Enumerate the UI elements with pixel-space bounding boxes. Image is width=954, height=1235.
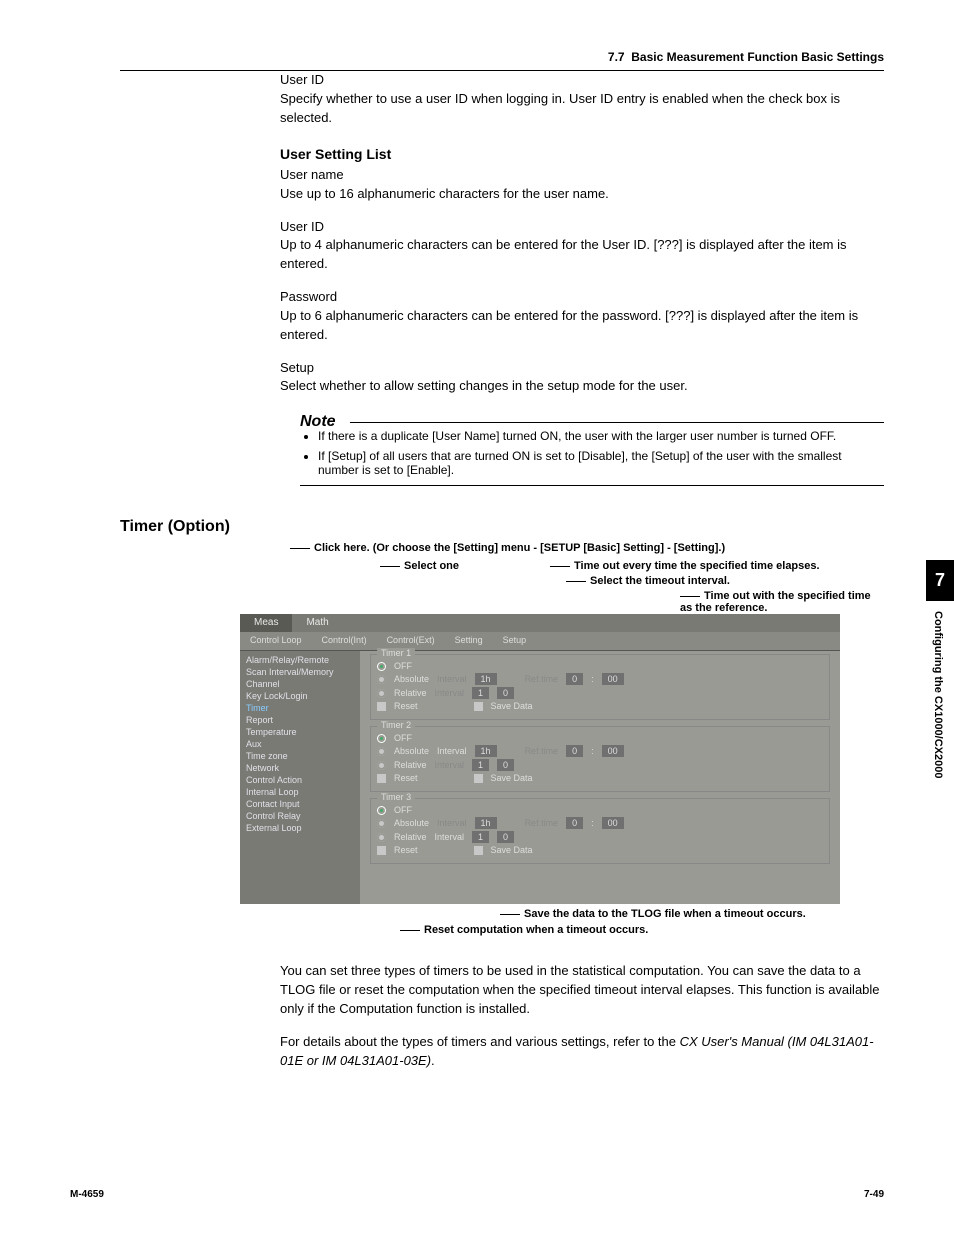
note-item-1: If there is a duplicate [User Name] turn…: [318, 429, 884, 443]
sb-scan[interactable]: Scan Interval/Memory: [240, 666, 360, 678]
top-callouts: Click here. (Or choose the [Setting] men…: [280, 542, 884, 614]
subtab-setting[interactable]: Setting: [445, 632, 493, 650]
timer-group-3: Timer 3 OFF Absolute Interval1h Ref.time…: [370, 798, 830, 864]
userid-label: User ID: [280, 71, 884, 90]
ref-h-3[interactable]: 0: [566, 817, 583, 829]
rel-m-3[interactable]: 0: [497, 831, 514, 843]
setup-label: Setup: [280, 359, 884, 378]
sb-control-action[interactable]: Control Action: [240, 774, 360, 786]
subtab-control-int[interactable]: Control(Int): [312, 632, 377, 650]
username-label: User name: [280, 166, 884, 185]
user-setting-list-heading: User Setting List: [280, 144, 884, 164]
radio-off-2[interactable]: [377, 734, 386, 743]
radio-rel-1[interactable]: [377, 689, 386, 698]
sb-timer[interactable]: Timer: [240, 702, 360, 714]
chk-save-1[interactable]: [474, 702, 483, 711]
radio-rel-3[interactable]: [377, 833, 386, 842]
abs-interval-2[interactable]: 1h: [475, 745, 497, 757]
sb-external-loop[interactable]: External Loop: [240, 822, 360, 834]
sb-temperature[interactable]: Temperature: [240, 726, 360, 738]
bottom-callouts: Save the data to the TLOG file when a ti…: [280, 908, 884, 948]
running-header: 7.7 Basic Measurement Function Basic Set…: [120, 50, 884, 71]
chk-reset-2[interactable]: [377, 774, 386, 783]
rel-h-1[interactable]: 1: [472, 687, 489, 699]
tab-meas[interactable]: Meas: [240, 614, 292, 632]
tab-math[interactable]: Math: [292, 614, 342, 632]
chapter-number: 7: [926, 560, 954, 601]
note-title: Note: [300, 413, 344, 431]
sb-report[interactable]: Report: [240, 714, 360, 726]
sb-keylock[interactable]: Key Lock/Login: [240, 690, 360, 702]
ref-m-2[interactable]: 00: [602, 745, 624, 757]
footer-right: 7-49: [864, 1189, 884, 1200]
timer-explain-2: For details about the types of timers an…: [280, 1033, 884, 1071]
side-tab: 7 Configuring the CX1000/CX2000: [926, 560, 954, 820]
abs-interval-1[interactable]: 1h: [475, 673, 497, 685]
app-screenshot: Meas Math Control Loop Control(Int) Cont…: [240, 614, 840, 904]
password-text: Up to 6 alphanumeric characters can be e…: [280, 307, 884, 345]
subtab-setup[interactable]: Setup: [493, 632, 537, 650]
timer-group-1: Timer 1 OFF Absolute Interval1h Ref.time…: [370, 654, 830, 720]
sb-network[interactable]: Network: [240, 762, 360, 774]
ref-m-1[interactable]: 00: [602, 673, 624, 685]
sb-alarm[interactable]: Alarm/Relay/Remote: [240, 654, 360, 666]
rel-h-3[interactable]: 1: [472, 831, 489, 843]
setup-text: Select whether to allow setting changes …: [280, 377, 884, 396]
footer-left: M-4659: [70, 1189, 104, 1200]
chk-reset-3[interactable]: [377, 846, 386, 855]
radio-abs-2[interactable]: [377, 747, 386, 756]
subtab-control-loop[interactable]: Control Loop: [240, 632, 312, 650]
note-item-2: If [Setup] of all users that are turned …: [318, 449, 884, 477]
timer-group-2: Timer 2 OFF Absolute Interval1h Ref.time…: [370, 726, 830, 792]
password-label: Password: [280, 288, 884, 307]
chk-reset-1[interactable]: [377, 702, 386, 711]
radio-off-1[interactable]: [377, 662, 386, 671]
username-text: Use up to 16 alphanumeric characters for…: [280, 185, 884, 204]
chapter-title-vertical: Configuring the CX1000/CX2000: [926, 601, 950, 789]
rel-m-2[interactable]: 0: [497, 759, 514, 771]
abs-interval-3[interactable]: 1h: [475, 817, 497, 829]
sb-channel[interactable]: Channel: [240, 678, 360, 690]
timer-section-heading: Timer (Option): [120, 518, 884, 536]
radio-abs-3[interactable]: [377, 819, 386, 828]
radio-off-3[interactable]: [377, 806, 386, 815]
userid-text: Specify whether to use a user ID when lo…: [280, 90, 884, 128]
userid2-label: User ID: [280, 218, 884, 237]
sb-timezone[interactable]: Time zone: [240, 750, 360, 762]
sb-contact-input[interactable]: Contact Input: [240, 798, 360, 810]
timer-explain-1: You can set three types of timers to be …: [280, 962, 884, 1019]
sidebar: Alarm/Relay/Remote Scan Interval/Memory …: [240, 650, 360, 904]
sb-control-relay[interactable]: Control Relay: [240, 810, 360, 822]
radio-rel-2[interactable]: [377, 761, 386, 770]
sb-internal-loop[interactable]: Internal Loop: [240, 786, 360, 798]
ref-m-3[interactable]: 00: [602, 817, 624, 829]
chk-save-2[interactable]: [474, 774, 483, 783]
main-panel: Timer 1 OFF Absolute Interval1h Ref.time…: [360, 650, 840, 904]
sb-aux[interactable]: Aux: [240, 738, 360, 750]
userid2-text: Up to 4 alphanumeric characters can be e…: [280, 236, 884, 274]
rel-m-1[interactable]: 0: [497, 687, 514, 699]
ref-h-1[interactable]: 0: [566, 673, 583, 685]
ref-h-2[interactable]: 0: [566, 745, 583, 757]
rel-h-2[interactable]: 1: [472, 759, 489, 771]
note-block: Note If there is a duplicate [User Name]…: [300, 414, 884, 486]
radio-abs-1[interactable]: [377, 675, 386, 684]
chk-save-3[interactable]: [474, 846, 483, 855]
